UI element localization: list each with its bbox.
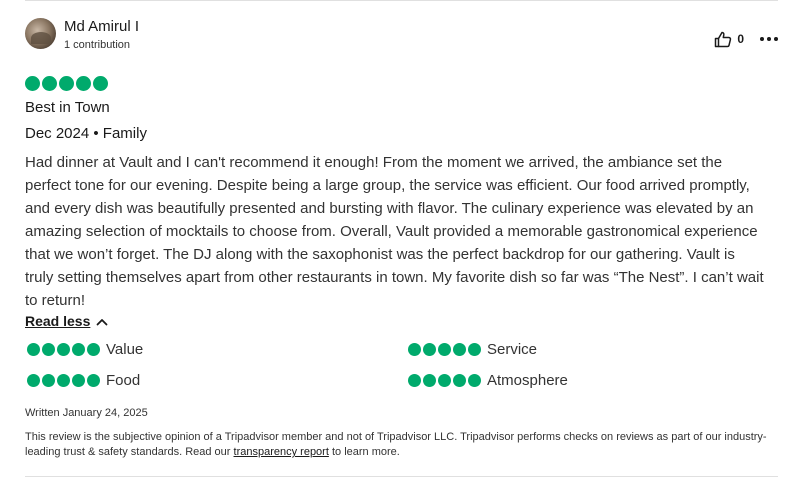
rating-bubble [25, 76, 40, 91]
review-title[interactable]: Best in Town [25, 99, 110, 116]
thumbs-up-icon [714, 31, 732, 48]
sub-rating-value: Value [27, 341, 143, 358]
sub-rating-bubbles [27, 374, 100, 387]
read-less-button[interactable]: Read less [25, 313, 108, 329]
disclaimer-text-after: to learn more. [328, 446, 400, 458]
sub-rating-bubbles [408, 343, 481, 356]
rating-bubble [59, 76, 74, 91]
rating-bubble [93, 76, 108, 91]
chevron-up-icon [96, 313, 108, 329]
rating-bubble [76, 76, 91, 91]
sub-rating-label: Food [106, 372, 141, 389]
overall-rating-bubbles [25, 76, 108, 91]
review-header: Md Amirul I 1 contribution 0 [25, 18, 778, 52]
review-date-trip-type: Dec 2024 • Family [25, 125, 147, 142]
like-count: 0 [737, 32, 744, 46]
avatar[interactable] [25, 18, 56, 49]
written-date: Written January 24, 2025 [25, 407, 148, 419]
sub-rating-label: Atmosphere [487, 372, 568, 389]
sub-rating-bubbles [27, 343, 100, 356]
disclaimer-text: This review is the subjective opinion of… [25, 430, 770, 460]
user-name[interactable]: Md Amirul I [64, 18, 139, 35]
sub-rating-service: Service [408, 341, 537, 358]
more-options-icon [760, 37, 764, 41]
more-options-button[interactable] [760, 37, 778, 41]
rating-bubble [42, 76, 57, 91]
divider-bottom [25, 476, 778, 477]
sub-rating-food: Food [27, 372, 140, 389]
transparency-report-link[interactable]: transparency report [234, 446, 329, 458]
sub-rating-label: Service [487, 341, 538, 358]
sub-rating-bubbles [408, 374, 481, 387]
divider-top [25, 0, 778, 1]
review-body: Had dinner at Vault and I can't recommen… [25, 154, 764, 309]
sub-rating-label: Value [106, 341, 144, 358]
review-actions: 0 [714, 30, 778, 48]
like-button[interactable]: 0 [714, 31, 744, 48]
user-contributions: 1 contribution [64, 39, 131, 51]
read-less-label: Read less [25, 313, 91, 329]
sub-rating-atmosphere: Atmosphere [408, 372, 568, 389]
